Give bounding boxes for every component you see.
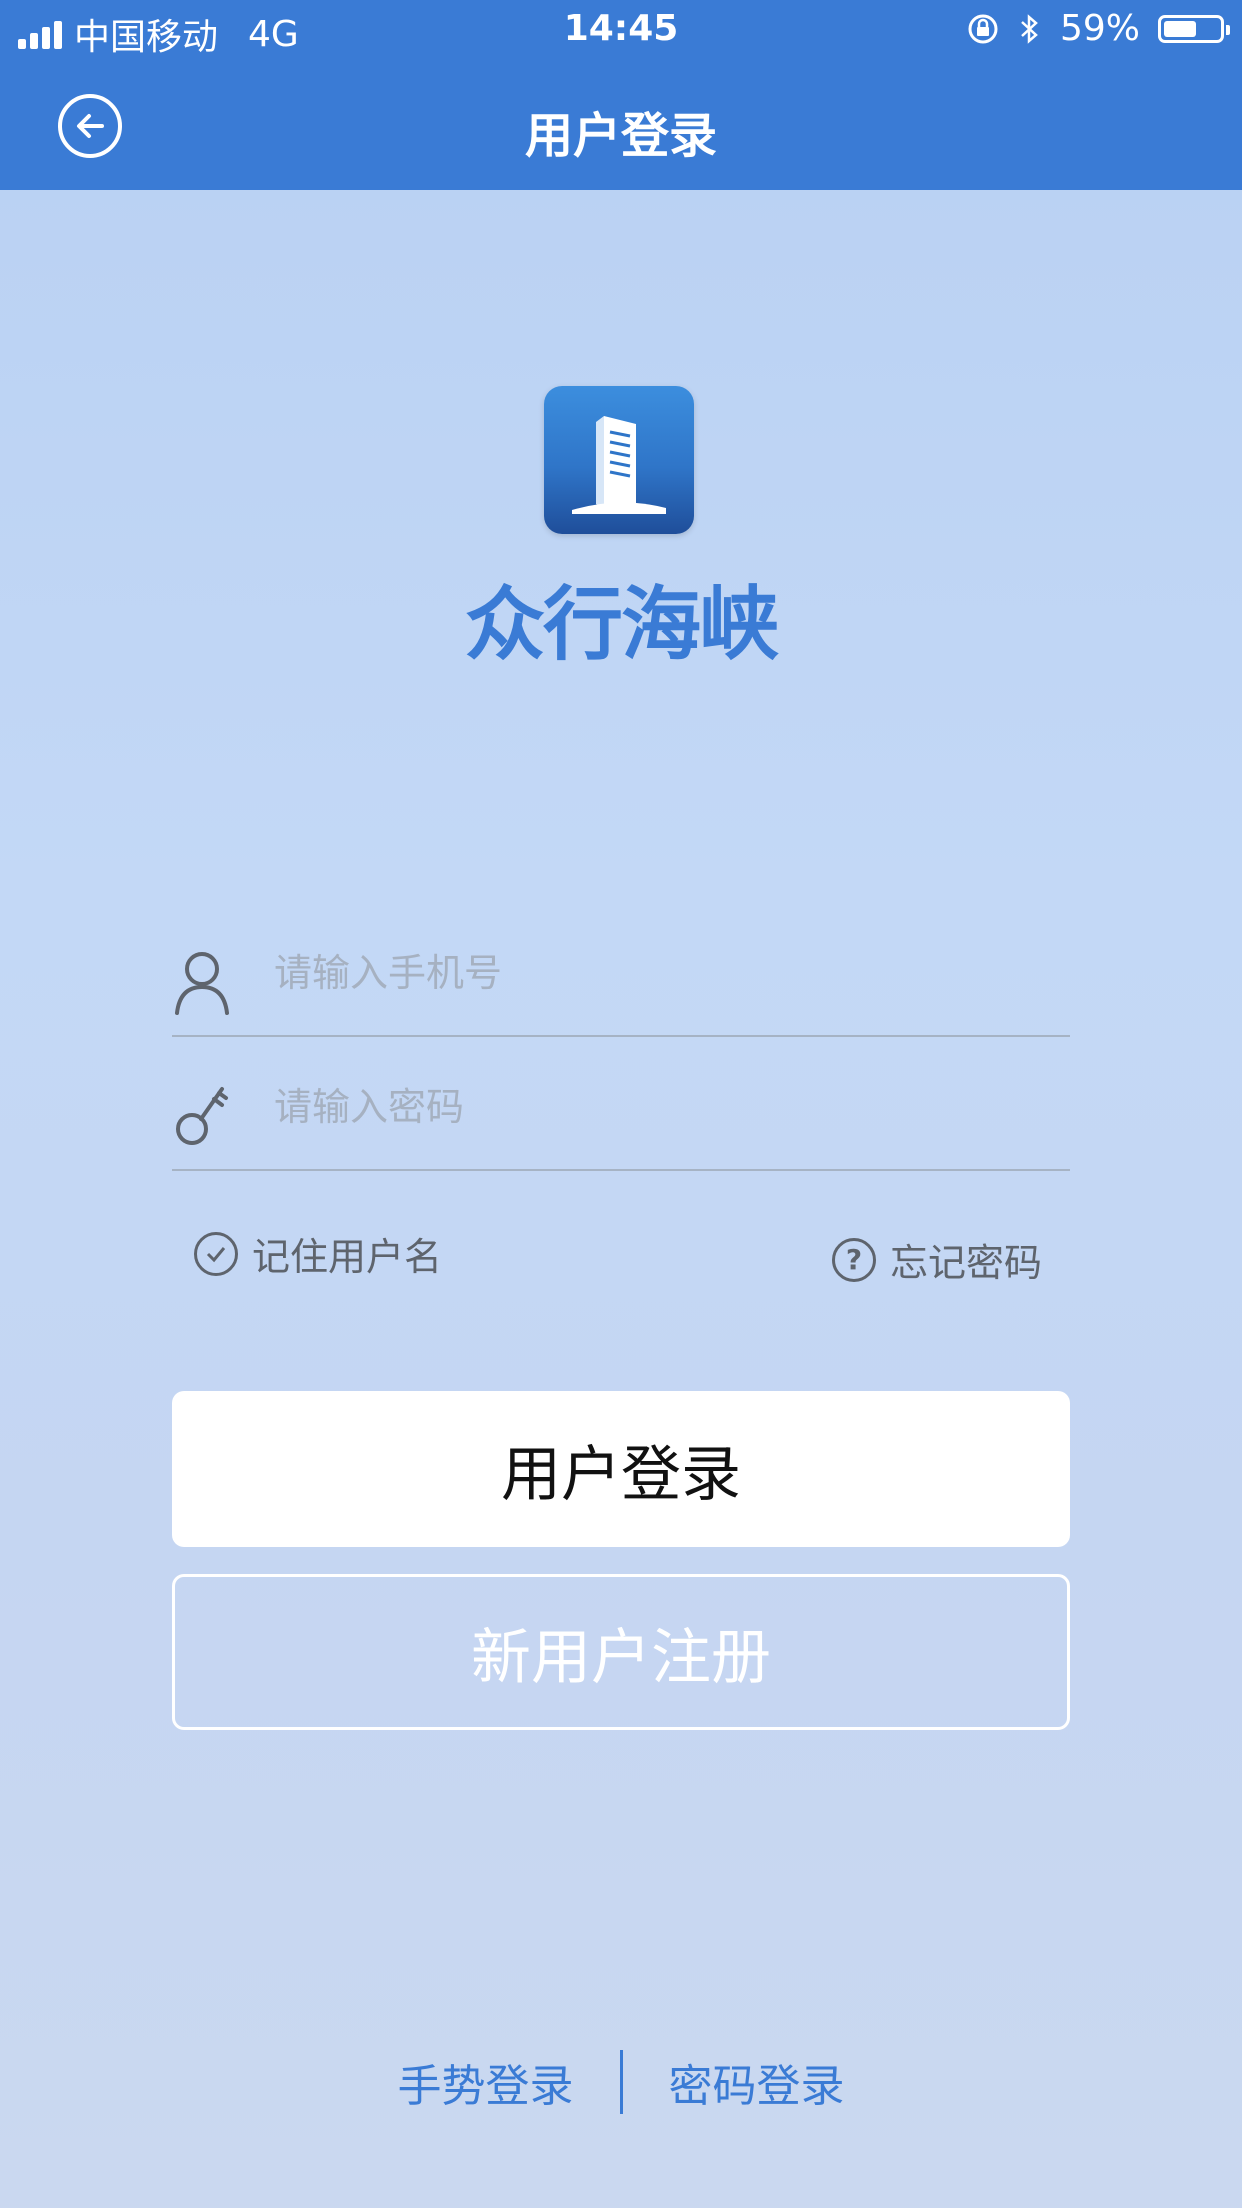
- page-title: 用户登录: [524, 108, 717, 164]
- user-icon: [175, 952, 229, 1015]
- building-logo-icon: [544, 386, 694, 534]
- orientation-lock-icon: [968, 14, 998, 43]
- bluetooth-icon: [1021, 13, 1038, 44]
- forgot-label: 忘记密码: [889, 1241, 1042, 1285]
- alt-login-options: 手势登录 密码登录: [0, 2050, 1242, 2114]
- phone-input[interactable]: [272, 937, 1056, 1009]
- question-circle-icon: ?: [831, 1237, 876, 1282]
- divider: [619, 2050, 623, 2114]
- phone-field[interactable]: [172, 915, 1070, 1037]
- nav-bar: 用户登录: [0, 62, 1242, 190]
- gesture-login-link[interactable]: 手势登录: [398, 2050, 574, 2114]
- password-login-link[interactable]: 密码登录: [669, 2050, 845, 2114]
- battery-percent: 59%: [1059, 8, 1140, 49]
- register-button[interactable]: 新用户注册: [172, 1574, 1070, 1730]
- key-icon: [176, 1087, 228, 1145]
- battery-fill: [1164, 20, 1196, 37]
- battery-icon: [1158, 14, 1230, 43]
- login-button[interactable]: 用户登录: [172, 1391, 1070, 1547]
- remember-username-toggle[interactable]: 记住用户名: [194, 1226, 442, 1281]
- remember-label: 记住用户名: [252, 1235, 443, 1279]
- password-input[interactable]: [272, 1071, 1056, 1143]
- status-right: 59%: [966, 8, 1230, 49]
- status-bar: 中国移动 4G 14:45 59%: [0, 0, 1242, 62]
- brand-name: 众行海峡: [465, 578, 779, 671]
- forgot-password-link[interactable]: ? 忘记密码: [831, 1232, 1042, 1287]
- check-circle-icon: [194, 1231, 238, 1276]
- password-field[interactable]: [172, 1049, 1070, 1171]
